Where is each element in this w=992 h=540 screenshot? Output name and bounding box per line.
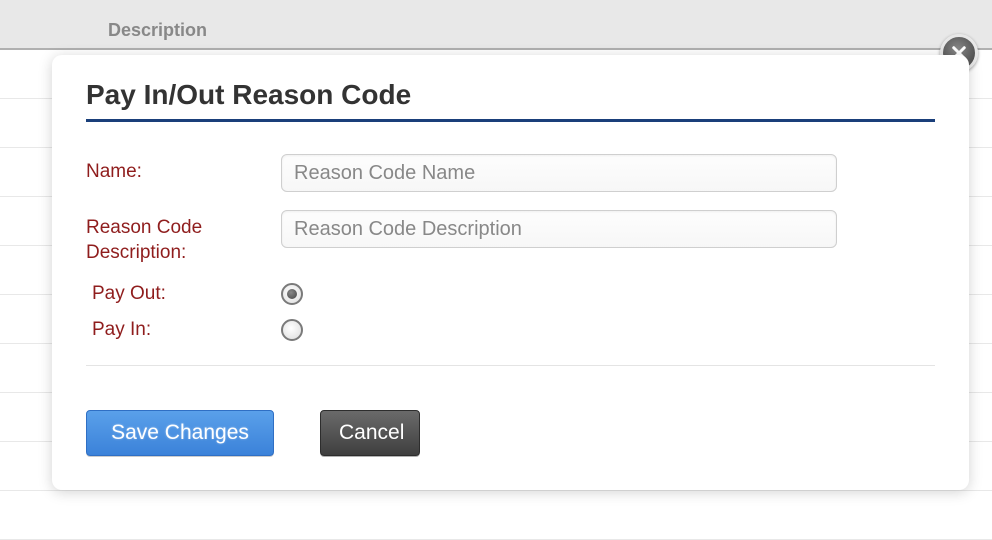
payout-row: Pay Out: [86, 283, 935, 305]
name-label: Name: [86, 154, 281, 185]
background-column-header-row: Description [0, 0, 992, 50]
reason-code-modal: Pay In/Out Reason Code Name: Reason Code… [52, 55, 969, 490]
payin-label: Pay In: [86, 319, 281, 341]
payout-label: Pay Out: [86, 283, 281, 305]
description-label: Reason Code Description: [86, 210, 281, 265]
payin-row: Pay In: [86, 319, 935, 341]
payin-radio[interactable] [281, 319, 303, 341]
button-row: Save Changes Cancel [86, 410, 935, 456]
modal-title: Pay In/Out Reason Code [86, 79, 935, 111]
section-divider [86, 365, 935, 366]
description-row: Reason Code Description: [86, 210, 935, 265]
name-input[interactable] [281, 154, 837, 192]
description-input[interactable] [281, 210, 837, 248]
name-row: Name: [86, 154, 935, 192]
title-divider [86, 119, 935, 122]
background-column-header: Description [108, 20, 207, 40]
payout-radio[interactable] [281, 283, 303, 305]
save-button[interactable]: Save Changes [86, 410, 274, 456]
cancel-button[interactable]: Cancel [320, 410, 420, 456]
